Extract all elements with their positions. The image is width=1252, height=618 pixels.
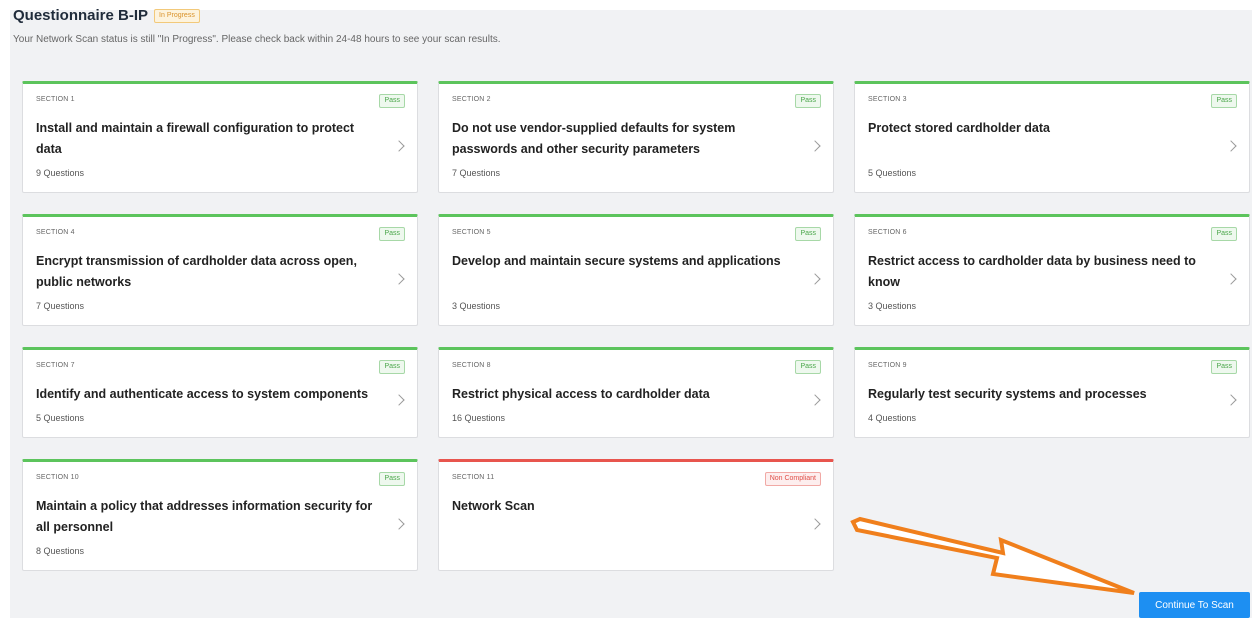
continue-to-scan-button[interactable]: Continue To Scan (1139, 592, 1250, 618)
annotation-arrow-icon (850, 516, 1135, 595)
